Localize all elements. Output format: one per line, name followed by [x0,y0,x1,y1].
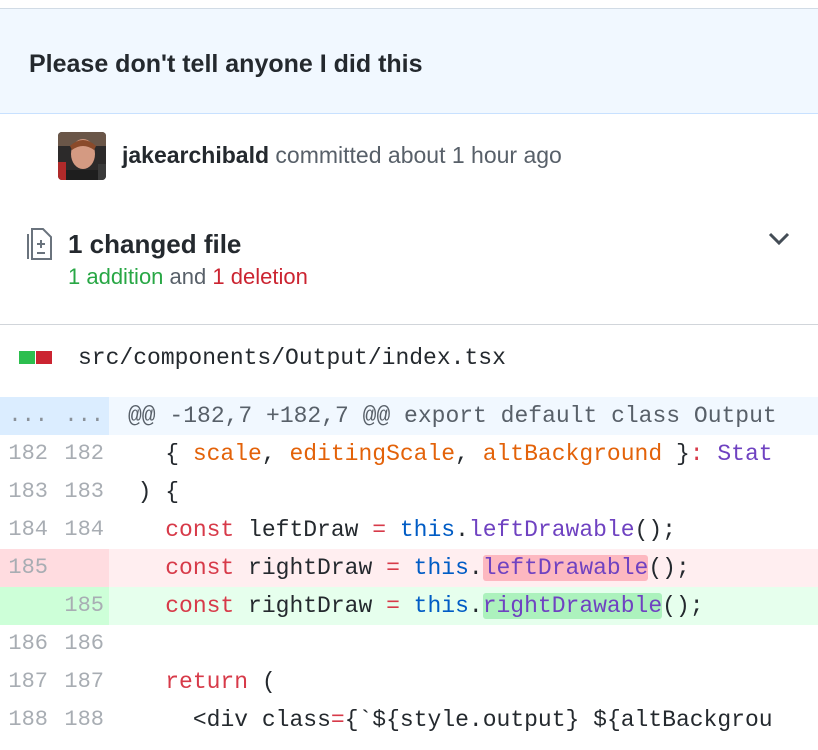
old-line-number[interactable]: 183 [0,473,54,511]
new-line-number[interactable]: 185 [54,587,109,625]
additions-count: 1 addition [68,264,164,289]
code-line: const rightDraw = this.rightDrawable(); [165,593,704,619]
added-word: rightDrawable [482,593,663,619]
diff-table: ... ... @@ -182,7 +182,7 @@ export defau… [0,397,818,739]
old-line-number[interactable]: 188 [0,701,54,739]
diffstat-blocks [19,351,53,369]
file-path[interactable]: src/components/Output/index.tsx [78,345,506,371]
hunk-row: ... ... @@ -182,7 +182,7 @@ export defau… [0,397,818,435]
commit-meta: jakearchibald committed about 1 hour ago [122,142,562,169]
old-line-number[interactable]: 184 [0,511,54,549]
deleted-row: 185 const rightDraw = this.leftDrawable(… [0,549,818,587]
changed-files-summary: 1 changed file [68,229,242,259]
code-line: ) { [137,479,180,505]
divider [0,324,818,325]
commit-time: about 1 hour ago [387,142,562,168]
code-line: { scale, editingScale, altBackground }: … [165,441,773,467]
new-line-number[interactable]: 183 [54,473,109,511]
hunk-expand-right[interactable]: ... [54,397,109,435]
diff-row: 187 187 return ( [0,663,818,701]
diffstat-del-block [36,351,52,364]
code-line: const leftDraw = this.leftDrawable(); [165,517,676,543]
new-line-number[interactable]: 184 [54,511,109,549]
author-link[interactable]: jakearchibald [122,142,269,168]
new-line-number[interactable]: 186 [54,625,109,663]
diff-row: 188 188 <div class={`${style.output} ${a… [0,701,818,739]
code-line: return ( [165,669,276,695]
old-line-number[interactable]: 187 [0,663,54,701]
new-line-number[interactable] [54,549,109,587]
commit-title: Please don't tell anyone I did this [29,50,423,78]
deletions-count: 1 deletion [212,264,308,289]
new-line-number[interactable]: 187 [54,663,109,701]
file-diff-icon [27,228,53,260]
hunk-expand-left[interactable]: ... [0,397,54,435]
diff-row: 182 182 { scale, editingScale, altBackgr… [0,435,818,473]
old-line-number[interactable] [0,587,54,625]
commit-action: committed [275,142,382,168]
diff-row: 186 186 [0,625,818,663]
diff-row: 184 184 const leftDraw = this.leftDrawab… [0,511,818,549]
stats-conjunction: and [169,264,207,289]
code-line: <div class={`${style.output} ${altBackgr… [192,707,773,733]
avatar[interactable] [58,132,106,180]
added-row: 185 const rightDraw = this.rightDrawable… [0,587,818,625]
old-line-number[interactable]: 185 [0,549,54,587]
diffstat-add-block [19,351,35,364]
code-line: const rightDraw = this.leftDrawable(); [165,555,690,581]
chevron-down-icon[interactable] [767,230,791,248]
diff-row: 183 183 ) { [0,473,818,511]
new-line-number[interactable]: 182 [54,435,109,473]
deleted-word: leftDrawable [482,555,649,581]
commit-title-bar: Please don't tell anyone I did this [0,8,818,114]
change-stats: 1 addition and 1 deletion [68,264,308,290]
hunk-header: @@ -182,7 +182,7 @@ export default class… [128,403,777,429]
old-line-number[interactable]: 186 [0,625,54,663]
new-line-number[interactable]: 188 [54,701,109,739]
old-line-number[interactable]: 182 [0,435,54,473]
